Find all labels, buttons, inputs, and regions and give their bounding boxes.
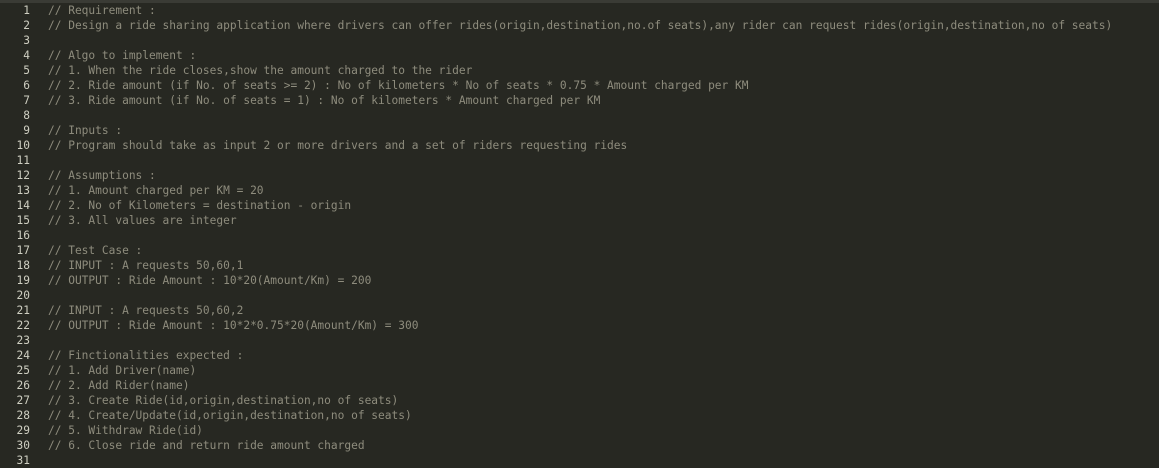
code-line[interactable]: // 1. Add Driver(name) <box>48 363 1159 378</box>
code-line[interactable] <box>48 333 1159 348</box>
code-line[interactable]: // 2. Add Rider(name) <box>48 378 1159 393</box>
line-number: 20 <box>16 289 30 302</box>
code-line[interactable] <box>48 108 1159 123</box>
line-number: 9 <box>23 124 30 137</box>
line-number: 1 <box>23 4 30 17</box>
code-editor[interactable]: 1 2 3 4 5 6 7 8 9 10 11 12 13 14 15 16 17 18 19 20 21 22 23 24 2… <box>0 0 1159 468</box>
code-line[interactable]: // OUTPUT : Ride Amount : 10*2*0.75*20(A… <box>48 318 1159 333</box>
line-number: 8 <box>23 109 30 122</box>
code-line[interactable]: // INPUT : A requests 50,60,2 <box>48 303 1159 318</box>
code-line[interactable]: // Assumptions : <box>48 168 1159 183</box>
code-line[interactable]: // 4. Create/Update(id,origin,destinatio… <box>48 408 1159 423</box>
line-number: 22 <box>16 319 30 332</box>
line-number: 23 <box>16 334 30 347</box>
code-text-area[interactable]: // Requirement :// Design a ride sharing… <box>48 3 1159 468</box>
line-number: 7 <box>23 94 30 107</box>
code-line[interactable]: // Inputs : <box>48 123 1159 138</box>
line-number: 10 <box>16 139 30 152</box>
code-line[interactable]: // 6. Close ride and return ride amount … <box>48 438 1159 453</box>
code-line[interactable]: // 5. Withdraw Ride(id) <box>48 423 1159 438</box>
line-number: 14 <box>16 199 30 212</box>
line-number: 4 <box>23 49 30 62</box>
line-number: 3 <box>23 34 30 47</box>
line-number: 2 <box>23 19 30 32</box>
code-line[interactable]: // INPUT : A requests 50,60,1 <box>48 258 1159 273</box>
code-line[interactable] <box>48 453 1159 468</box>
line-number: 16 <box>16 229 30 242</box>
code-line[interactable]: // 3. All values are integer <box>48 213 1159 228</box>
line-number: 17 <box>16 244 30 257</box>
code-line[interactable] <box>48 33 1159 48</box>
code-line[interactable]: // Design a ride sharing application whe… <box>48 18 1159 33</box>
line-number: 30 <box>16 439 30 452</box>
code-line[interactable]: // Algo to implement : <box>48 48 1159 63</box>
line-number: 26 <box>16 379 30 392</box>
code-line[interactable] <box>48 288 1159 303</box>
line-number: 21 <box>16 304 30 317</box>
line-number: 25 <box>16 364 30 377</box>
code-line[interactable]: // 1. When the ride closes,show the amou… <box>48 63 1159 78</box>
code-line[interactable] <box>48 228 1159 243</box>
code-line[interactable] <box>48 153 1159 168</box>
line-number: 18 <box>16 259 30 272</box>
code-line[interactable]: // Finctionalities expected : <box>48 348 1159 363</box>
line-number: 24 <box>16 349 30 362</box>
code-line[interactable]: // 2. Ride amount (if No. of seats >= 2)… <box>48 78 1159 93</box>
line-number: 12 <box>16 169 30 182</box>
code-line[interactable]: // Program should take as input 2 or mor… <box>48 138 1159 153</box>
line-number: 11 <box>16 154 30 167</box>
line-number: 5 <box>23 64 30 77</box>
code-line[interactable]: // 3. Create Ride(id,origin,destination,… <box>48 393 1159 408</box>
code-line[interactable]: // Requirement : <box>48 3 1159 18</box>
code-line[interactable]: // 2. No of Kilometers = destination - o… <box>48 198 1159 213</box>
code-line[interactable]: // 3. Ride amount (if No. of seats = 1) … <box>48 93 1159 108</box>
line-number: 19 <box>16 274 30 287</box>
code-line[interactable]: // 1. Amount charged per KM = 20 <box>48 183 1159 198</box>
line-number: 31 <box>16 454 30 467</box>
line-number: 15 <box>16 214 30 227</box>
line-number: 28 <box>16 409 30 422</box>
code-line[interactable]: // OUTPUT : Ride Amount : 10*20(Amount/K… <box>48 273 1159 288</box>
line-number: 29 <box>16 424 30 437</box>
line-number: 6 <box>23 79 30 92</box>
code-line[interactable]: // Test Case : <box>48 243 1159 258</box>
line-number: 27 <box>16 394 30 407</box>
line-number-gutter: 1 2 3 4 5 6 7 8 9 10 11 12 13 14 15 16 17 18 19 20 21 22 23 24 2… <box>0 3 38 468</box>
line-number: 13 <box>16 184 30 197</box>
